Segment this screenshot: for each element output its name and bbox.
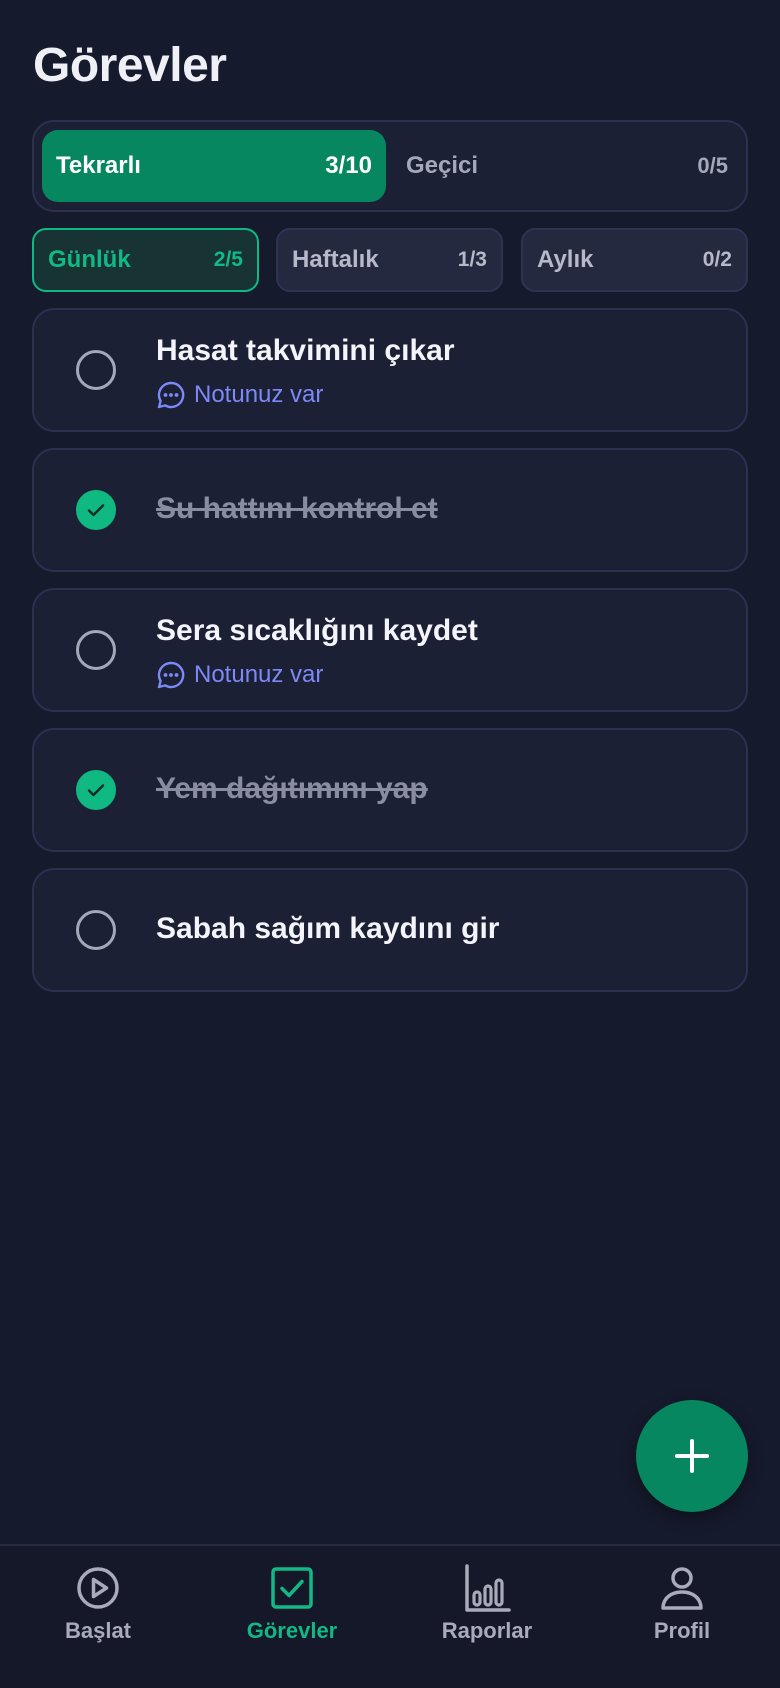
task-note-label: Notunuz var bbox=[194, 381, 324, 408]
tab-label: Raporlar bbox=[441, 1618, 533, 1643]
task-checkbox[interactable] bbox=[76, 910, 116, 950]
tab-label: Profil bbox=[653, 1618, 711, 1643]
chat-bubble-icon bbox=[157, 381, 185, 409]
tab-label: Görevler bbox=[246, 1618, 338, 1643]
tab-raporlar[interactable]: Raporlar bbox=[407, 1564, 567, 1644]
segment-gecici[interactable]: Geçici 0/5 bbox=[392, 130, 742, 202]
check-icon bbox=[87, 784, 105, 797]
task-card[interactable]: Sera sıcaklığını kaydet Notunuz var bbox=[32, 588, 748, 712]
segment-label: Tekrarlı bbox=[56, 152, 141, 179]
plus-icon bbox=[675, 1439, 709, 1473]
task-checkbox[interactable] bbox=[76, 350, 116, 390]
task-card[interactable]: Yem dağıtımını yap bbox=[32, 728, 748, 852]
user-icon bbox=[661, 1567, 703, 1610]
task-checkbox[interactable] bbox=[76, 630, 116, 670]
add-task-button[interactable] bbox=[636, 1400, 748, 1512]
task-checkbox[interactable] bbox=[76, 770, 116, 810]
period-count: 1/3 bbox=[457, 248, 487, 271]
task-note-label: Notunuz var bbox=[194, 661, 324, 688]
tab-baslat[interactable]: Başlat bbox=[18, 1564, 178, 1644]
task-title: Sabah sağım kaydını gir bbox=[156, 912, 500, 945]
task-note[interactable]: Notunuz var bbox=[156, 660, 323, 690]
period-tab-aylik[interactable]: Aylık 0/2 bbox=[521, 228, 748, 292]
period-tab-haftalik[interactable]: Haftalık 1/3 bbox=[276, 228, 503, 292]
tab-profil[interactable]: Profil bbox=[602, 1564, 762, 1644]
tab-gorevler[interactable]: Görevler bbox=[212, 1564, 372, 1644]
segment-count: 3/10 bbox=[325, 152, 372, 179]
page-title: Görevler bbox=[33, 39, 227, 92]
task-type-segmented-control: Tekrarlı 3/10 Geçici 0/5 bbox=[32, 120, 748, 212]
task-card[interactable]: Hasat takvimini çıkar Notunuz var bbox=[32, 308, 748, 432]
tab-label: Başlat bbox=[64, 1618, 132, 1643]
task-title: Sera sıcaklığını kaydet bbox=[156, 614, 478, 647]
segment-label: Geçici bbox=[406, 152, 479, 179]
segment-count: 0/5 bbox=[697, 153, 728, 178]
period-label: Günlük bbox=[48, 246, 131, 273]
play-icon bbox=[77, 1567, 119, 1609]
task-card[interactable]: Sabah sağım kaydını gir bbox=[32, 868, 748, 992]
task-title: Hasat takvimini çıkar bbox=[156, 334, 455, 367]
task-note[interactable]: Notunuz var bbox=[156, 380, 323, 410]
task-card[interactable]: Su hattını kontrol et bbox=[32, 448, 748, 572]
bottom-tab-bar: Başlat Görevler Raporlar Profil bbox=[0, 1544, 780, 1688]
check-icon bbox=[87, 504, 105, 517]
period-count: 0/2 bbox=[702, 248, 732, 271]
chat-bubble-icon bbox=[157, 661, 185, 689]
task-checkbox[interactable] bbox=[76, 490, 116, 530]
checkbox-icon bbox=[271, 1567, 313, 1609]
bar-chart-icon bbox=[465, 1564, 511, 1612]
period-label: Haftalık bbox=[292, 246, 379, 273]
segment-tekrarli[interactable]: Tekrarlı 3/10 bbox=[42, 130, 386, 202]
period-label: Aylık bbox=[537, 246, 594, 273]
task-title: Yem dağıtımını yap bbox=[156, 772, 428, 805]
period-count: 2/5 bbox=[213, 248, 243, 271]
task-title: Su hattını kontrol et bbox=[156, 492, 438, 525]
period-tab-gunluk[interactable]: Günlük 2/5 bbox=[32, 228, 259, 292]
